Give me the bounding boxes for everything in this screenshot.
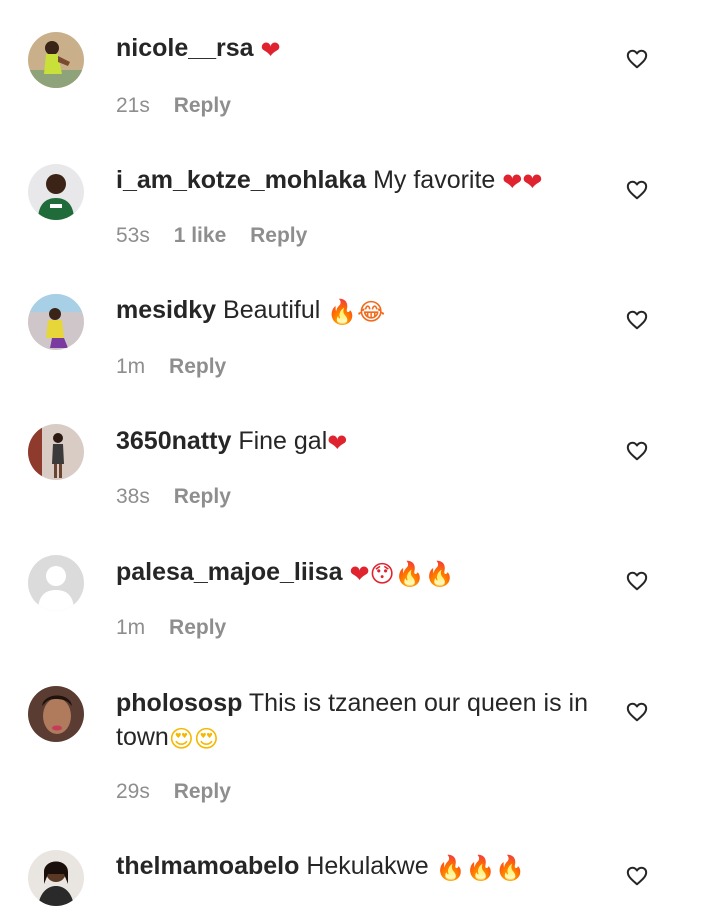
reply-button[interactable]: Reply (169, 616, 226, 639)
avatar[interactable] (28, 555, 84, 611)
heart-outline-icon[interactable] (626, 570, 648, 592)
username[interactable]: i_am_kotze_mohlaka (116, 166, 366, 194)
likes-count[interactable]: 1 like (174, 224, 227, 247)
heart-outline-icon[interactable] (626, 179, 648, 201)
comment-body: pholososp This is tzaneen our queen is i… (116, 686, 600, 754)
username[interactable]: 3650natty (116, 427, 231, 455)
avatar[interactable] (28, 850, 84, 906)
username[interactable]: thelmamoabelo (116, 852, 299, 880)
comment-meta: 21s Reply (116, 94, 231, 118)
comment-meta: 29s Reply (116, 780, 231, 804)
comment-body: i_am_kotze_mohlaka My favorite ❤❤ (116, 163, 600, 197)
username[interactable]: palesa_majoe_liisa (116, 558, 343, 586)
timestamp: 1m (116, 616, 146, 639)
comment-text: My favorite (373, 166, 496, 194)
mixed-emoji-icon: ❤😯🔥🔥 (349, 560, 455, 588)
comment-body: palesa_majoe_liisa ❤😯🔥🔥 (116, 555, 600, 589)
heart-eyes-emoji-icon: 😍😍 (168, 725, 219, 753)
username[interactable]: nicole__rsa (116, 34, 254, 62)
heart-outline-icon[interactable] (626, 309, 648, 331)
avatar[interactable] (28, 164, 84, 220)
timestamp: 53s (116, 224, 150, 247)
comment-meta: 1m Reply (116, 355, 226, 379)
fire-emoji-icon: 🔥🔥🔥 (435, 854, 526, 882)
avatar[interactable] (28, 32, 84, 88)
comment-text: Fine gal (238, 427, 328, 455)
heart-outline-icon[interactable] (626, 48, 648, 70)
username[interactable]: mesidky (116, 296, 216, 324)
timestamp: 38s (116, 485, 150, 508)
timestamp: 21s (116, 94, 150, 117)
heart-emoji-icon: ❤ (260, 36, 281, 64)
reply-button[interactable]: Reply (250, 224, 307, 247)
avatar[interactable] (28, 424, 84, 480)
comment-body: thelmamoabelo Hekulakwe 🔥🔥🔥 (116, 849, 600, 883)
timestamp: 29s (116, 780, 150, 803)
comment-meta: 1m Reply (116, 616, 226, 640)
reply-button[interactable]: Reply (174, 485, 231, 508)
comment-body: mesidky Beautiful 🔥😂 (116, 293, 600, 327)
heart-emoji-icon: ❤ (327, 429, 348, 457)
username[interactable]: pholososp (116, 689, 242, 717)
fire-emoji-icon: 🔥😂 (327, 298, 386, 326)
comment-meta: 53s 1 like Reply (116, 224, 307, 248)
comment-meta: 38s Reply (116, 485, 231, 509)
reply-button[interactable]: Reply (174, 780, 231, 803)
reply-button[interactable]: Reply (169, 355, 226, 378)
avatar[interactable] (28, 686, 84, 742)
timestamp: 1m (116, 355, 146, 378)
heart-emoji-icon: ❤❤ (502, 168, 543, 196)
comment-text: Beautiful (223, 296, 321, 324)
heart-outline-icon[interactable] (626, 440, 648, 462)
comment-body: nicole__rsa ❤ (116, 31, 600, 65)
comment-text: Hekulakwe (306, 852, 429, 880)
comment-body: 3650natty Fine gal❤ (116, 424, 600, 458)
heart-outline-icon[interactable] (626, 865, 648, 887)
avatar[interactable] (28, 294, 84, 350)
heart-outline-icon[interactable] (626, 701, 648, 723)
reply-button[interactable]: Reply (174, 94, 231, 117)
